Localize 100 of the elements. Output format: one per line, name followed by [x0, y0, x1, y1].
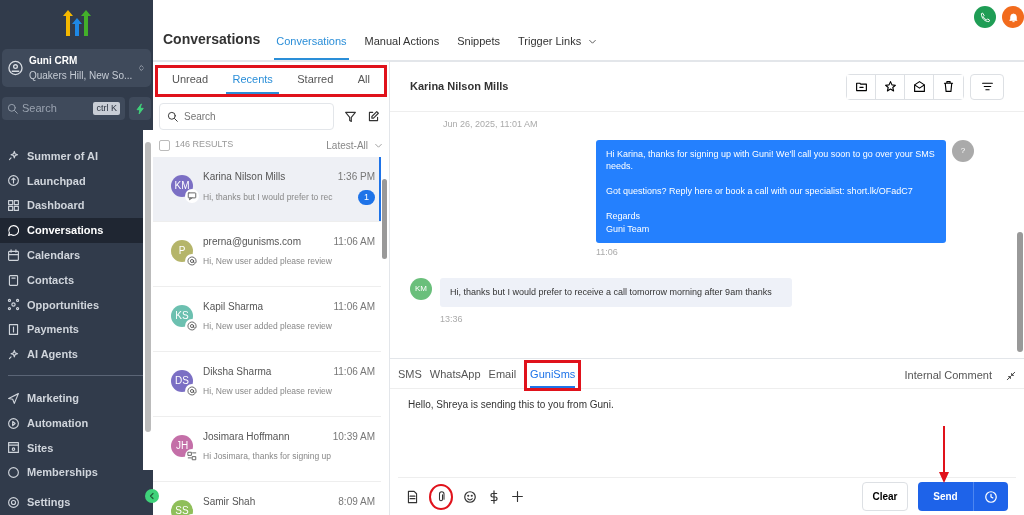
- nav-item[interactable]: Calendars: [0, 242, 143, 268]
- bell-icon: [1007, 11, 1019, 23]
- timestamp: 11:06 AM: [333, 364, 375, 379]
- timestamp: 10:39 AM: [332, 429, 375, 444]
- sparkle-icon: [7, 347, 20, 361]
- notification-button[interactable]: [1002, 6, 1024, 28]
- nav-item[interactable]: Launchpad: [0, 168, 143, 194]
- timestamp: 8:09 AM: [338, 494, 375, 509]
- page-title: Conversations: [163, 30, 261, 49]
- folder-icon: [854, 80, 868, 93]
- timestamp: 11:06 AM: [333, 234, 375, 249]
- channel-tab[interactable]: Email: [488, 362, 517, 389]
- nav-item[interactable]: Payments: [0, 317, 143, 343]
- avatar: KM: [410, 277, 432, 300]
- avatar: DS: [171, 369, 193, 392]
- timestamp: 11:06 AM: [333, 299, 375, 314]
- nav-item[interactable]: Settings: [0, 490, 143, 515]
- plus-icon[interactable]: [511, 490, 524, 503]
- phone-icon: [979, 11, 991, 23]
- filter-tab[interactable]: Recents: [226, 68, 279, 94]
- internal-comment-tab[interactable]: Internal Comment: [898, 366, 998, 385]
- calendar-icon: [7, 248, 20, 262]
- scrollbar[interactable]: [143, 130, 153, 470]
- nav-tab[interactable]: Conversations: [274, 32, 349, 60]
- timestamp: 1:36 PM: [337, 169, 375, 184]
- contact-name: Karina Nilson Mills: [410, 79, 509, 95]
- quick-action-button[interactable]: [129, 97, 151, 120]
- nav-item[interactable]: AI Agents: [0, 342, 143, 367]
- conversation-item[interactable]: P prerna@gunisms.com 11:06 AM Hi, New user added please review: [153, 221, 381, 287]
- avatar: KS: [171, 304, 193, 327]
- play-circle-icon: [7, 416, 20, 430]
- channel-tab[interactable]: SMS: [398, 362, 422, 389]
- contact-name: Samir Shah: [203, 494, 256, 509]
- avatar: JH: [171, 434, 193, 457]
- contact-name: Kapil Sharma: [203, 299, 264, 314]
- account-switcher[interactable]: Guni CRM Quakers Hill, New So...: [2, 49, 151, 88]
- sort-button[interactable]: [970, 73, 1004, 100]
- gear-icon: [7, 496, 20, 510]
- nav-item[interactable]: Contacts: [0, 267, 143, 293]
- message-preview: Hi Josimara, thanks for signing up: [203, 449, 332, 463]
- select-all-checkbox[interactable]: [159, 139, 170, 151]
- search-icon: [7, 103, 18, 115]
- nav-item[interactable]: Conversations: [0, 218, 143, 243]
- message-time: 13:36: [440, 313, 464, 326]
- avatar: P: [171, 239, 193, 262]
- channel-tab[interactable]: GuniSms: [530, 362, 576, 389]
- contact-name: Josimara Hoffmann: [203, 429, 290, 444]
- nav-tab[interactable]: Trigger Links: [516, 32, 600, 60]
- nav-item[interactable]: Dashboard: [0, 193, 143, 218]
- conversation-item[interactable]: KS Kapil Sharma 11:06 AM Hi, New user added please review: [153, 286, 381, 352]
- contact-name: Karina Nilson Mills: [203, 169, 286, 184]
- sort-dropdown[interactable]: Latest-All: [326, 137, 383, 153]
- channel-tab[interactable]: WhatsApp: [429, 362, 481, 389]
- bolt-icon: [134, 102, 146, 115]
- trash-icon: [942, 80, 955, 93]
- envelope-icon: [912, 80, 926, 93]
- message-preview: Hi, thanks but I would prefer to rec: [203, 190, 333, 204]
- dollar-icon[interactable]: [487, 489, 501, 504]
- contact-name: Diksha Sharma: [203, 364, 272, 379]
- annotation-arrow: [938, 426, 950, 484]
- smiley-icon[interactable]: [463, 489, 477, 504]
- date-label: Jun 26, 2025, 11:01 AM: [443, 118, 539, 131]
- filter-icon[interactable]: [344, 109, 357, 123]
- message-time: 11:06: [596, 246, 619, 259]
- clear-button[interactable]: Clear: [862, 482, 908, 511]
- collapse-icon[interactable]: [1006, 370, 1016, 381]
- message-preview: Hi, New user added please review: [203, 319, 332, 333]
- conversation-item[interactable]: JH Josimara Hoffmann 10:39 AM Hi Josimara, thanks for signing up: [153, 416, 381, 482]
- avatar: ?: [952, 139, 974, 162]
- search-field[interactable]: Search: [159, 102, 334, 130]
- filter-tab[interactable]: Unread: [166, 68, 215, 94]
- nav-item[interactable]: Marketing: [0, 385, 143, 411]
- filter-tab[interactable]: All: [351, 68, 376, 94]
- sparkle-icon: [7, 149, 20, 163]
- logo-icon: [61, 9, 92, 36]
- conversation-item[interactable]: KM Karina Nilson Mills 1:36 PM Hi, thanks but I would prefer to rec 1: [153, 156, 381, 222]
- filter-tab[interactable]: Starred: [291, 68, 340, 94]
- circle-icon: [7, 466, 20, 480]
- nav-item[interactable]: Sites: [0, 435, 143, 461]
- message-bubble: Hi, thanks but I would prefer to receive a call tomorrow morning after 9am thanks: [440, 277, 792, 307]
- conversation-item[interactable]: DS Diksha Sharma 11:06 AM Hi, New user added please review: [153, 351, 381, 417]
- document-icon[interactable]: [406, 489, 419, 504]
- search-field[interactable]: Search ctrl K: [2, 97, 125, 120]
- paper-plane-icon: [7, 391, 20, 405]
- nav-item[interactable]: Memberships: [0, 460, 143, 486]
- collapse-button[interactable]: [145, 489, 159, 503]
- browser-icon: [7, 441, 20, 455]
- nav-item[interactable]: Automation: [0, 410, 143, 436]
- avatar: KM: [171, 174, 193, 197]
- nav-tab[interactable]: Manual Actions: [362, 32, 442, 60]
- grid-icon: [7, 199, 20, 213]
- phone-button[interactable]: [974, 6, 996, 28]
- nav-item[interactable]: Summer of AI: [0, 143, 143, 169]
- dots-icon: [7, 298, 20, 312]
- clock-icon: [984, 489, 998, 504]
- chat-bubble-icon: [7, 223, 20, 237]
- nav-tab[interactable]: Snippets: [455, 32, 502, 60]
- toolbar-button[interactable]: [847, 74, 876, 99]
- nav-item[interactable]: Opportunities: [0, 292, 143, 318]
- compose-icon[interactable]: [367, 109, 380, 123]
